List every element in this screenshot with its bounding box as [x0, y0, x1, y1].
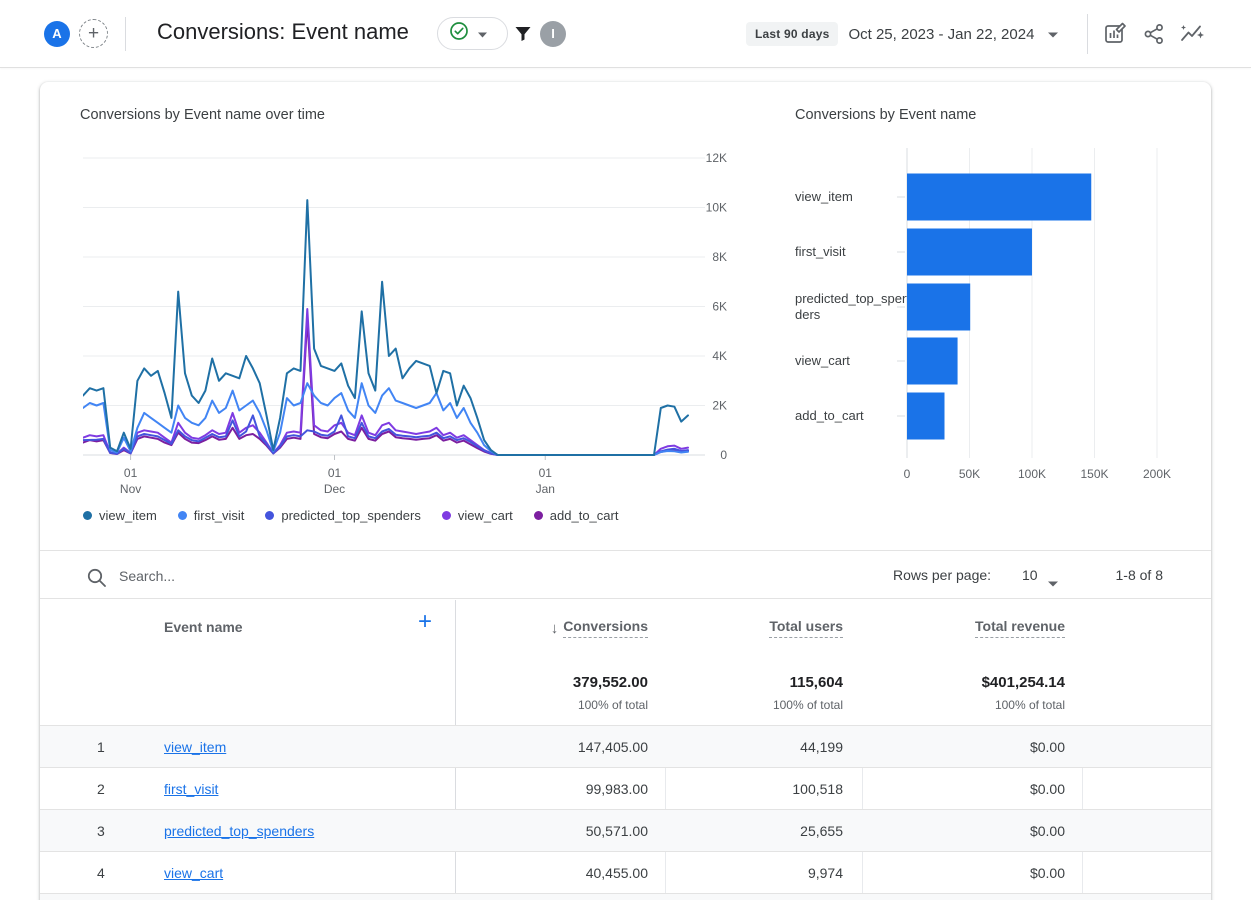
- svg-text:01: 01: [328, 466, 342, 480]
- date-range-text: Oct 25, 2023 - Jan 22, 2024: [848, 26, 1034, 43]
- svg-text:Jan: Jan: [536, 482, 555, 496]
- totals-revenue: $401,254.14: [982, 674, 1065, 691]
- share-icon[interactable]: [1141, 21, 1167, 47]
- caret-down-icon[interactable]: [1048, 574, 1058, 592]
- legend-item: view_item: [83, 508, 157, 523]
- cell-conversions: 50,571.00: [586, 810, 648, 852]
- svg-text:100K: 100K: [1018, 467, 1046, 481]
- svg-text:0: 0: [720, 448, 727, 462]
- caret-down-icon: [478, 25, 487, 43]
- event-link[interactable]: first_visit: [164, 768, 218, 810]
- totals-users: 115,604: [790, 674, 843, 691]
- search-icon: [87, 568, 106, 592]
- report-card: Conversions by Event name over time 12K1…: [40, 82, 1211, 900]
- header-divider: [125, 17, 126, 51]
- sort-descending-icon: ↓: [551, 620, 559, 637]
- legend-dot: [83, 511, 92, 520]
- table-row: 1 view_item 147,405.00 44,199 $0.00: [40, 725, 1211, 767]
- cell-users: 9,974: [808, 852, 843, 894]
- filter-icon[interactable]: [512, 23, 534, 45]
- cell-conversions: 147,405.00: [578, 726, 648, 768]
- report-status-pill[interactable]: [437, 17, 508, 50]
- event-link[interactable]: predicted_top_spenders: [164, 810, 314, 852]
- svg-text:Nov: Nov: [120, 482, 141, 496]
- cell-conversions: 40,455.00: [586, 852, 648, 894]
- svg-text:10K: 10K: [706, 201, 727, 215]
- caret-down-icon: [1048, 25, 1058, 43]
- chart-legend: view_item first_visit predicted_top_spen…: [83, 508, 618, 523]
- svg-text:2K: 2K: [712, 399, 727, 413]
- svg-text:8K: 8K: [712, 250, 727, 264]
- cell-conversions: 99,983.00: [586, 768, 648, 810]
- totals-users-share: 100% of total: [773, 698, 843, 712]
- svg-text:150K: 150K: [1080, 467, 1108, 481]
- event-link[interactable]: view_item: [164, 726, 226, 768]
- cell-revenue: $0.00: [1030, 768, 1065, 810]
- legend-item: predicted_top_spenders: [265, 508, 421, 523]
- row-index: 1: [97, 726, 123, 768]
- svg-text:200K: 200K: [1143, 467, 1171, 481]
- row-index: 2: [97, 768, 123, 810]
- table-toolbar: Rows per page: 10 1-8 of 8: [40, 550, 1211, 599]
- cell-users: 44,199: [800, 726, 843, 768]
- svg-text:12K: 12K: [706, 151, 727, 165]
- customize-report-icon[interactable]: [1102, 21, 1128, 47]
- add-column-button[interactable]: +: [418, 608, 432, 636]
- check-circle-icon: [449, 21, 469, 46]
- svg-text:6K: 6K: [712, 300, 727, 314]
- svg-text:0: 0: [904, 467, 911, 481]
- svg-text:50K: 50K: [959, 467, 980, 481]
- legend-item: first_visit: [178, 508, 245, 523]
- cell-revenue: $0.00: [1030, 852, 1065, 894]
- row-index: 3: [97, 810, 123, 852]
- totals-conversions-share: 100% of total: [578, 698, 648, 712]
- table-header: Event name + ↓ Conversions Total users T…: [40, 600, 1211, 655]
- cell-users: 100,518: [792, 768, 843, 810]
- bar-chart-title: Conversions by Event name: [795, 107, 976, 123]
- event-link[interactable]: view_cart: [164, 852, 223, 894]
- legend-item: add_to_cart: [534, 508, 619, 523]
- legend-dot: [442, 511, 451, 520]
- conversions-bar-chart[interactable]: 0 50K 100K 150K 200K: [893, 140, 1175, 500]
- totals-conversions: 379,552.00: [573, 674, 648, 691]
- column-header-total-revenue[interactable]: Total revenue: [975, 618, 1065, 638]
- header-divider: [1087, 14, 1088, 54]
- conversions-over-time-chart[interactable]: 12K 10K 8K 6K 4K 2K 0 01 Nov 01 Dec 01 Jan: [83, 140, 733, 500]
- totals-revenue-share: 100% of total: [995, 698, 1065, 712]
- cell-revenue: $0.00: [1030, 726, 1065, 768]
- cell-revenue: $0.00: [1030, 810, 1065, 852]
- column-header-total-users[interactable]: Total users: [769, 618, 843, 638]
- insights-icon[interactable]: [1179, 21, 1205, 47]
- legend-dot: [534, 511, 543, 520]
- svg-text:4K: 4K: [712, 349, 727, 363]
- table-row: 2 first_visit 99,983.00 100,518 $0.00: [40, 767, 1211, 809]
- add-comparison-button[interactable]: +: [79, 19, 108, 48]
- column-header-conversions[interactable]: ↓ Conversions: [551, 618, 648, 638]
- identity-badge[interactable]: I: [540, 21, 566, 47]
- app-header: A + Conversions: Event name I Last 90 da…: [0, 0, 1251, 68]
- rows-per-page-select[interactable]: 10: [1022, 567, 1038, 583]
- column-header-event-name[interactable]: Event name: [164, 619, 243, 635]
- search-input[interactable]: [119, 563, 449, 589]
- svg-text:01: 01: [539, 466, 553, 480]
- page-title: Conversions: Event name: [157, 19, 409, 45]
- pagination-status: 1-8 of 8: [1116, 567, 1163, 583]
- avatar[interactable]: A: [44, 21, 70, 47]
- table-row: 3 predicted_top_spenders 50,571.00 25,65…: [40, 809, 1211, 851]
- date-range-picker[interactable]: Last 90 days Oct 25, 2023 - Jan 22, 2024: [746, 14, 1058, 54]
- svg-text:01: 01: [124, 466, 138, 480]
- legend-dot: [265, 511, 274, 520]
- rows-per-page-label: Rows per page:: [893, 567, 991, 583]
- svg-text:Dec: Dec: [324, 482, 345, 496]
- cell-users: 25,655: [800, 810, 843, 852]
- row-index: 4: [97, 852, 123, 894]
- table-row-partial: [40, 893, 1211, 900]
- line-chart-title: Conversions by Event name over time: [80, 107, 325, 123]
- legend-dot: [178, 511, 187, 520]
- legend-item: view_cart: [442, 508, 513, 523]
- date-range-chip: Last 90 days: [746, 22, 838, 46]
- table-row: 4 view_cart 40,455.00 9,974 $0.00: [40, 851, 1211, 893]
